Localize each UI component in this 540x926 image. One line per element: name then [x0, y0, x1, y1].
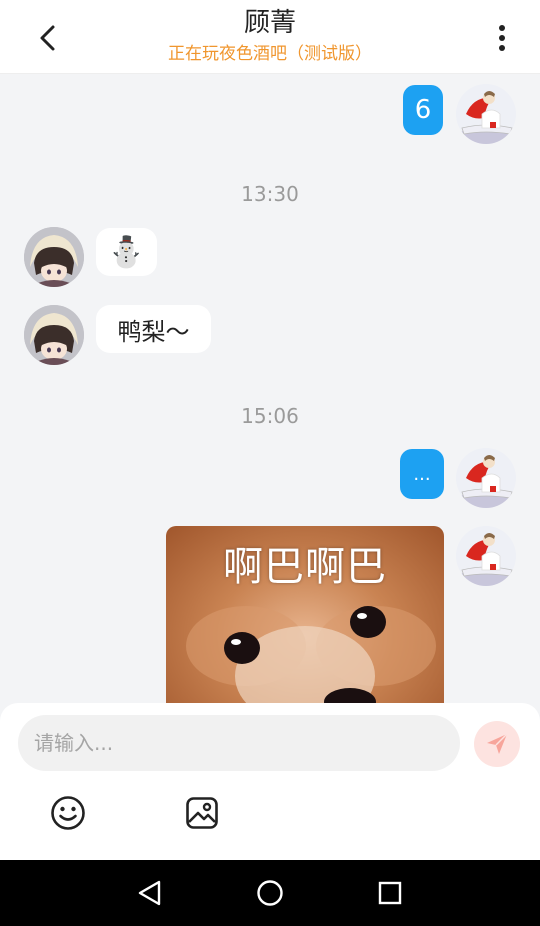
message-bubble-friend[interactable]: 鸭梨～: [96, 305, 211, 353]
nav-recent-icon: [378, 881, 402, 905]
message-bubble-self[interactable]: 6: [403, 85, 443, 135]
nav-back-icon: [138, 880, 161, 906]
more-vertical-icon: [499, 25, 505, 51]
sticker-caption: 啊巴啊巴: [223, 544, 387, 590]
avatar-self[interactable]: [456, 448, 516, 508]
smiley-icon: [51, 796, 85, 830]
send-icon: [487, 733, 508, 754]
image-button[interactable]: [182, 793, 222, 833]
avatar-self[interactable]: [456, 526, 516, 586]
avatar-friend[interactable]: [24, 305, 84, 365]
message-bubble-self[interactable]: ...: [400, 449, 444, 499]
nav-home-icon: [257, 880, 283, 906]
system-navbar: [0, 860, 540, 926]
avatar-friend[interactable]: [24, 227, 84, 287]
more-button[interactable]: [482, 18, 522, 58]
nav-home-button[interactable]: [250, 873, 290, 913]
nav-recent-button[interactable]: [370, 873, 410, 913]
avatar-self[interactable]: [456, 84, 516, 144]
message-text: ...: [413, 463, 431, 485]
timestamp: 13:30: [241, 182, 299, 206]
nav-back-button[interactable]: [130, 873, 170, 913]
chat-header: 顾菁 正在玩夜色酒吧（测试版）: [0, 0, 540, 74]
snowman-emoji: ⛄: [107, 234, 146, 270]
timestamp: 15:06: [241, 404, 299, 428]
image-icon: [186, 797, 218, 829]
chat-status: 正在玩夜色酒吧（测试版）: [168, 44, 372, 64]
message-bubble-friend[interactable]: ⛄: [96, 228, 157, 276]
sticker-image[interactable]: 啊巴啊巴: [166, 526, 444, 704]
message-text: 6: [414, 95, 432, 125]
input-panel: [0, 703, 540, 860]
message-list[interactable]: 6 13:30 ⛄ 鸭梨～ 15:06 ... 啊巴啊巴: [0, 74, 540, 704]
send-button[interactable]: [474, 721, 520, 767]
message-text: 鸭梨～: [117, 317, 190, 346]
message-input[interactable]: [18, 715, 460, 771]
emoji-button[interactable]: [48, 793, 88, 833]
chat-title: 顾菁: [243, 8, 296, 38]
